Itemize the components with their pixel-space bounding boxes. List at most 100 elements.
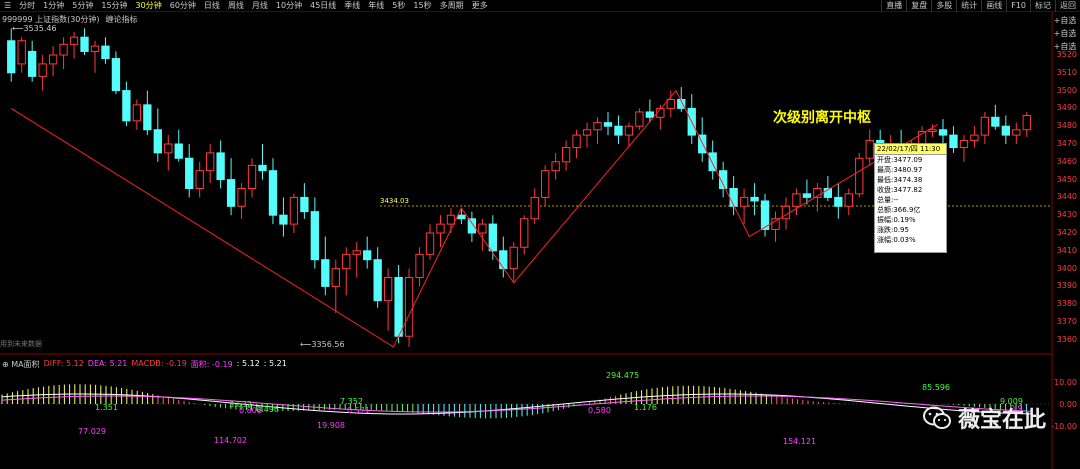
candle-body (771, 218, 780, 230)
candle-body (729, 188, 738, 207)
candle-body (48, 54, 58, 65)
macd-dea: DEA: 5.21 (87, 359, 128, 368)
price-tick: 3510 (1056, 67, 1077, 77)
candle-body (111, 58, 121, 92)
macd-area: 面积: -0.19 (190, 360, 233, 369)
candle-body (457, 214, 466, 220)
candle-body (59, 43, 68, 56)
candle-body (949, 134, 958, 149)
info-row: 开盘:3477.09 (877, 156, 923, 164)
candle-body (959, 139, 969, 149)
macd-value-label: 114.702 (214, 436, 248, 445)
candle-body (750, 196, 759, 202)
candle-body (289, 196, 299, 225)
price-tick: 3380 (1056, 299, 1077, 309)
candle-info-box: 22/02/17/四 11:30 开盘:3477.09 最高:3480.97 最低:… (874, 143, 947, 253)
candle-body (666, 99, 675, 109)
candle-body (614, 125, 623, 136)
macd-value-label: 0.580 (588, 406, 611, 415)
price-tick: 3470 (1056, 139, 1077, 148)
candle-body (38, 63, 47, 77)
price-tick: 3400 (1056, 263, 1077, 273)
candle-body (373, 259, 382, 302)
candle-body (300, 196, 309, 213)
price-tick: 3440 (1056, 192, 1077, 202)
candle-body (865, 139, 874, 159)
info-row: 最低:3474.38 (877, 176, 923, 184)
candle-body (310, 211, 320, 261)
candle-body (7, 40, 16, 74)
info-row: 涨幅:0.03% (877, 236, 916, 244)
candle-body (237, 188, 246, 207)
macd-name: ⊕ MA面积 (2, 360, 40, 369)
macd-tick: 10.00 (1054, 378, 1077, 387)
candle-body (174, 143, 183, 159)
candle-body (342, 253, 351, 270)
macd-value-label: 85.596 (922, 383, 950, 392)
info-row: 振幅:0.19% (877, 216, 916, 224)
price-tick: 3460 (1056, 156, 1077, 166)
price-tick: 3500 (1056, 85, 1077, 95)
candle-body (645, 111, 655, 118)
info-row: 收盘:3477.82 (877, 186, 923, 194)
candle-body (28, 50, 37, 77)
candle-body (394, 277, 403, 337)
candle-body (624, 125, 634, 136)
candle-body (991, 116, 1000, 127)
price-tick: 3420 (1056, 228, 1077, 237)
price-tick: 3360 (1056, 334, 1077, 344)
candle-body (17, 40, 26, 65)
candle-body (561, 147, 571, 163)
candle-body (132, 104, 142, 122)
macd-diff: DIFF: 5.12 (43, 359, 84, 368)
candle-body (415, 253, 424, 278)
macd-tick: 0.00 (1059, 400, 1077, 409)
candle-body (478, 223, 487, 234)
candle-body (321, 259, 330, 287)
candle-body (404, 277, 414, 337)
info-row: 涨跌:0.95 (877, 226, 909, 234)
low-price-label: ⟵3356.56 (300, 340, 345, 349)
candle-body (855, 157, 864, 195)
candle-body (258, 164, 267, 172)
candle-body (499, 250, 508, 270)
candle-body (205, 152, 215, 172)
candle-body (551, 161, 560, 172)
candle-body (101, 45, 110, 60)
candle-body (446, 214, 456, 225)
candle-body (185, 157, 194, 190)
price-tick: 3390 (1056, 281, 1077, 291)
candle-body (247, 164, 257, 189)
candle-body (331, 268, 340, 287)
candle-body (572, 134, 581, 149)
candle-body (425, 232, 435, 255)
candle-body (1001, 125, 1010, 136)
price-tick: 3410 (1056, 245, 1077, 255)
candle-body (603, 122, 613, 127)
macd-macdb: MACDB: -0.19 (131, 359, 187, 368)
annotation-text: 次级别离开中枢 (773, 110, 871, 126)
price-tick: 3520 (1056, 50, 1077, 59)
macd-value-label: 0.571 (347, 406, 370, 415)
info-row: 最高:3480.97 (877, 166, 923, 174)
candle-body (383, 277, 393, 302)
candle-body (530, 196, 539, 220)
candle-body (635, 111, 644, 127)
candle-body (164, 143, 173, 154)
candle-body (980, 116, 990, 136)
macd-value-label: 294.475 (606, 371, 640, 380)
candle-body (153, 129, 162, 154)
candle-body (582, 129, 592, 136)
candle-body (520, 218, 529, 248)
macd-value-label: 154.121 (783, 437, 817, 446)
candle-body (739, 196, 749, 207)
candle-body (1022, 115, 1031, 131)
price-tick: 3450 (1056, 174, 1077, 184)
candle-body (938, 129, 948, 136)
candle-body (928, 129, 937, 133)
candle-body (436, 223, 445, 234)
candle-body (802, 193, 812, 198)
macd-legend: ⊕ MA面积 DIFF: 5.12 DEA: 5.21 MACDB: -0.19… (2, 359, 287, 370)
macd-value-label: 19.908 (317, 421, 345, 430)
watermark: 薇宝在此 (922, 402, 1046, 434)
